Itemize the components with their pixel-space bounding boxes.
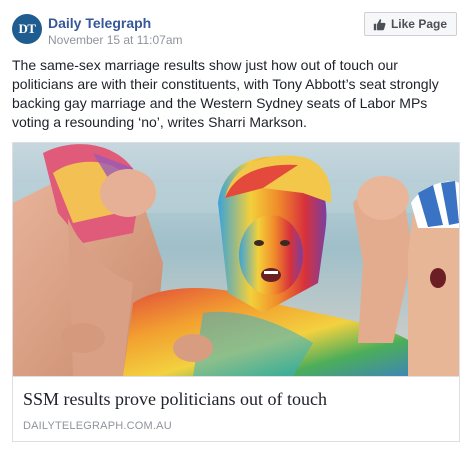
like-page-button[interactable]: Like Page <box>363 12 457 36</box>
post-timestamp[interactable]: November 15 at 11:07am <box>48 33 183 47</box>
facebook-post: DT Daily Telegraph November 15 at 11:07a… <box>0 0 471 454</box>
link-info[interactable]: SSM results prove politicians out of tou… <box>13 376 459 441</box>
avatar-logo-text: DT <box>18 21 36 36</box>
link-preview-image <box>13 143 459 376</box>
page-avatar[interactable]: DT <box>12 14 42 44</box>
page-name-link[interactable]: Daily Telegraph <box>48 15 151 31</box>
link-preview-card[interactable]: SSM results prove politicians out of tou… <box>12 142 460 442</box>
link-domain: DAILYTELEGRAPH.COM.AU <box>23 420 172 432</box>
like-page-label: Like Page <box>390 17 447 31</box>
post-header: DT Daily Telegraph November 15 at 11:07a… <box>12 12 459 48</box>
thumbs-up-icon <box>373 18 386 31</box>
post-message: The same-sex marriage results show just … <box>12 57 439 130</box>
link-headline[interactable]: SSM results prove politicians out of tou… <box>23 389 327 410</box>
